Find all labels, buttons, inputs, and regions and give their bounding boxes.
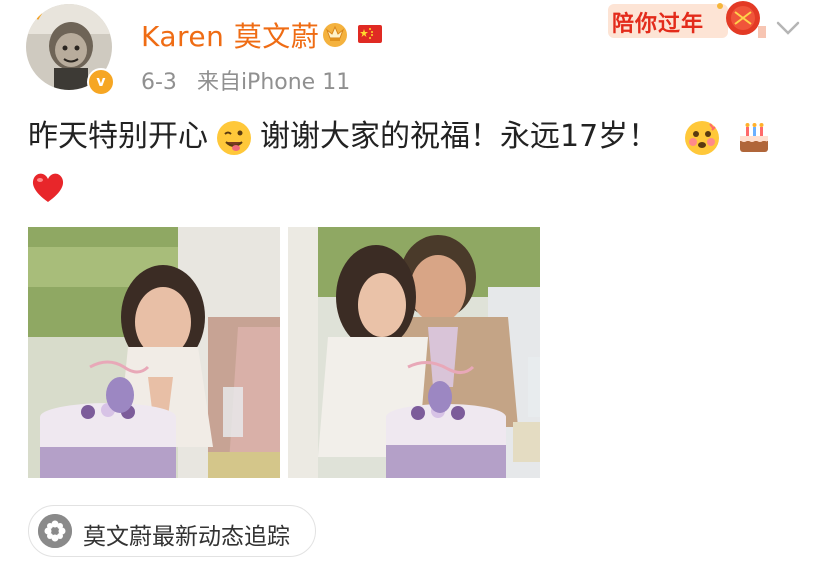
post-photo-1[interactable] xyxy=(28,227,280,478)
post-source: 来自iPhone 11 xyxy=(196,70,351,95)
post-text-part2: 谢谢大家的祝福！永远17岁！ xyxy=(260,119,659,154)
chevron-down-icon[interactable] xyxy=(774,18,802,38)
post-photo-2[interactable] xyxy=(288,227,540,478)
username[interactable]: Karen 莫文蔚 xyxy=(141,15,319,55)
post-text: 昨天特别开心 谢谢大家的祝福！永远17岁！ xyxy=(28,112,808,212)
blush-emoji-icon xyxy=(682,118,722,158)
topic-tag-label: 莫文蔚最新动态追踪 xyxy=(83,524,290,550)
china-flag-icon xyxy=(357,23,383,45)
topic-tag-button[interactable]: 莫文蔚最新动态追踪 xyxy=(28,505,316,557)
crown-icon[interactable] xyxy=(320,18,350,48)
banner-text[interactable]: 陪你过年 xyxy=(612,6,704,38)
post-date: 6-3 xyxy=(141,70,177,95)
post-meta: 6-3 来自iPhone 11 xyxy=(141,64,350,96)
tongue-wink-emoji-icon xyxy=(214,118,254,158)
red-heart-icon xyxy=(28,168,68,208)
verified-badge-icon: v xyxy=(87,68,115,96)
cake-emoji-icon xyxy=(734,118,774,158)
flower-icon xyxy=(38,514,72,548)
post-text-part1: 昨天特别开心 xyxy=(28,119,208,154)
